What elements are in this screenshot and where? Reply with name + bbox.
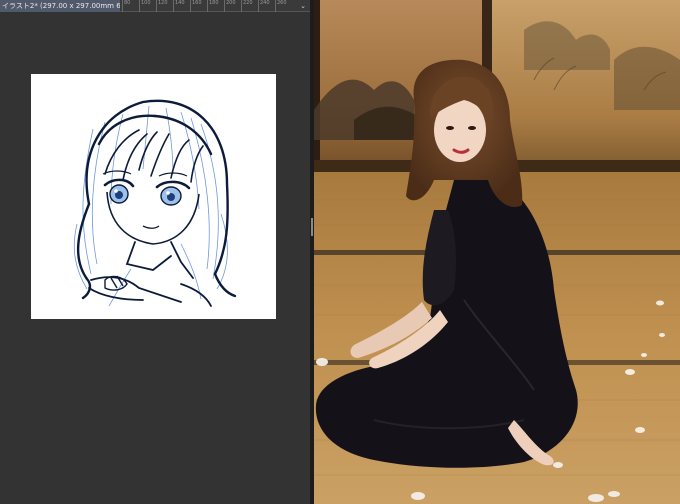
ruler-tick: 180 — [207, 0, 219, 12]
screen: イラスト2* (297.00 x 297.00mm 600dpi 13.0%) … — [0, 0, 680, 504]
ruler-tick: 200 — [224, 0, 236, 12]
reference-photo — [314, 0, 680, 504]
ruler-tick: 140 — [173, 0, 185, 12]
ruler-tick: 160 — [190, 0, 202, 12]
document-tab[interactable]: イラスト2* (297.00 x 297.00mm 600dpi 13.0%) — [0, 0, 120, 12]
ruler-tick: 80 — [122, 0, 130, 12]
photo-scene — [314, 0, 680, 504]
chibi-girl-sketch — [73, 99, 237, 307]
ruler-tick: 120 — [156, 0, 168, 12]
scrollbar-handle[interactable] — [311, 218, 313, 236]
ruler-tick: 260 — [275, 0, 287, 12]
ruler-tick: 220 — [241, 0, 253, 12]
drawing-canvas[interactable] — [31, 74, 276, 319]
drawing-app-window: イラスト2* (297.00 x 297.00mm 600dpi 13.0%) … — [0, 0, 310, 504]
ruler-tick: 100 — [139, 0, 151, 12]
eyes — [102, 170, 191, 206]
horizontal-ruler: 80 100 120 140 160 180 200 220 240 260 ⌄ — [120, 0, 310, 12]
ruler-tick: 240 — [258, 0, 270, 12]
chevron-down-icon[interactable]: ⌄ — [300, 0, 306, 12]
